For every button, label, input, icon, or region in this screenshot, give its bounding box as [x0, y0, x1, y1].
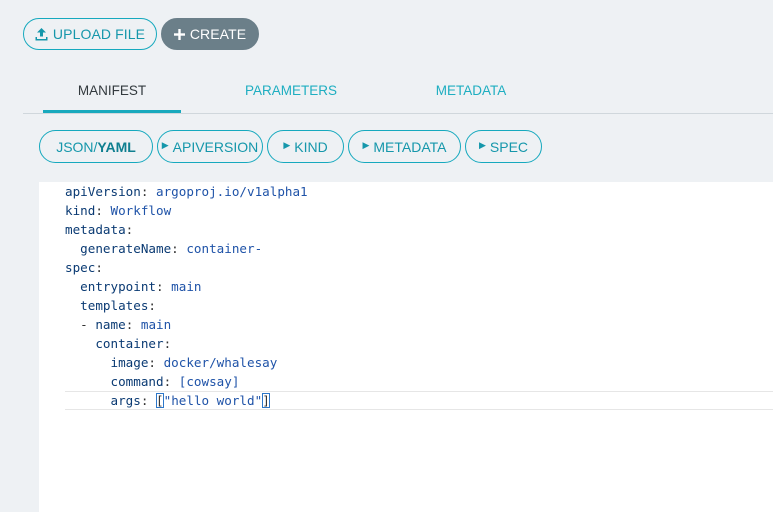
code-line: metadata:: [65, 222, 134, 237]
bracket-match-open: [: [156, 393, 164, 408]
code-line: command: [cowsay]: [110, 374, 240, 389]
yaml-label: YAML: [97, 138, 136, 155]
apiversion-label: APIVERSION: [172, 138, 259, 155]
tab-metadata[interactable]: METADATA: [423, 72, 519, 112]
code-line: generateName: container-: [80, 241, 263, 256]
json-yaml-toggle-button[interactable]: JSON/YAML: [39, 130, 153, 163]
code-line: entrypoint: main: [80, 279, 202, 294]
code-lines: apiVersion: argoproj.io/v1alpha1 kind: W…: [65, 182, 773, 410]
apiversion-button[interactable]: ▶ APIVERSION: [157, 130, 263, 163]
spec-label: SPEC: [489, 138, 529, 155]
json-label: JSON/: [56, 138, 98, 155]
code-line: - name: main: [80, 317, 172, 332]
upload-file-button[interactable]: UPLOAD FILE: [23, 18, 157, 50]
code-line: container:: [95, 336, 172, 351]
spec-button[interactable]: ▶ SPEC: [465, 130, 542, 163]
toolbar: UPLOAD FILE CREATE: [23, 18, 259, 50]
upload-file-label: UPLOAD FILE: [52, 26, 146, 42]
current-code-line: args: ["hello world"]: [65, 391, 773, 410]
caret-right-icon: ▶: [362, 140, 370, 150]
manifest-section-buttons: JSON/YAML ▶ APIVERSION ▶ KIND ▶ METADATA…: [39, 130, 542, 163]
tab-manifest[interactable]: MANIFEST: [43, 72, 181, 113]
upload-icon: [35, 27, 48, 40]
create-label: CREATE: [189, 26, 247, 42]
yaml-editor[interactable]: apiVersion: argoproj.io/v1alpha1 kind: W…: [39, 182, 773, 512]
metadata-label: METADATA: [373, 138, 447, 155]
tab-bar: MANIFEST PARAMETERS METADATA: [23, 72, 773, 114]
bracket-match-close: ]: [262, 393, 270, 408]
kind-label: KIND: [294, 138, 328, 155]
metadata-button[interactable]: ▶ METADATA: [348, 130, 461, 163]
tab-parameters[interactable]: PARAMETERS: [233, 72, 349, 112]
caret-right-icon: ▶: [161, 140, 169, 150]
caret-right-icon: ▶: [283, 140, 291, 150]
code-line: spec:: [65, 260, 103, 275]
code-line: kind: Workflow: [65, 203, 172, 218]
create-button[interactable]: CREATE: [161, 18, 259, 50]
plus-icon: [173, 28, 185, 40]
code-line: image: docker/whalesay: [110, 355, 278, 370]
code-line: templates:: [80, 298, 157, 313]
code-line: apiVersion: argoproj.io/v1alpha1: [65, 184, 308, 199]
caret-right-icon: ▶: [478, 140, 486, 150]
kind-button[interactable]: ▶ KIND: [267, 130, 344, 163]
